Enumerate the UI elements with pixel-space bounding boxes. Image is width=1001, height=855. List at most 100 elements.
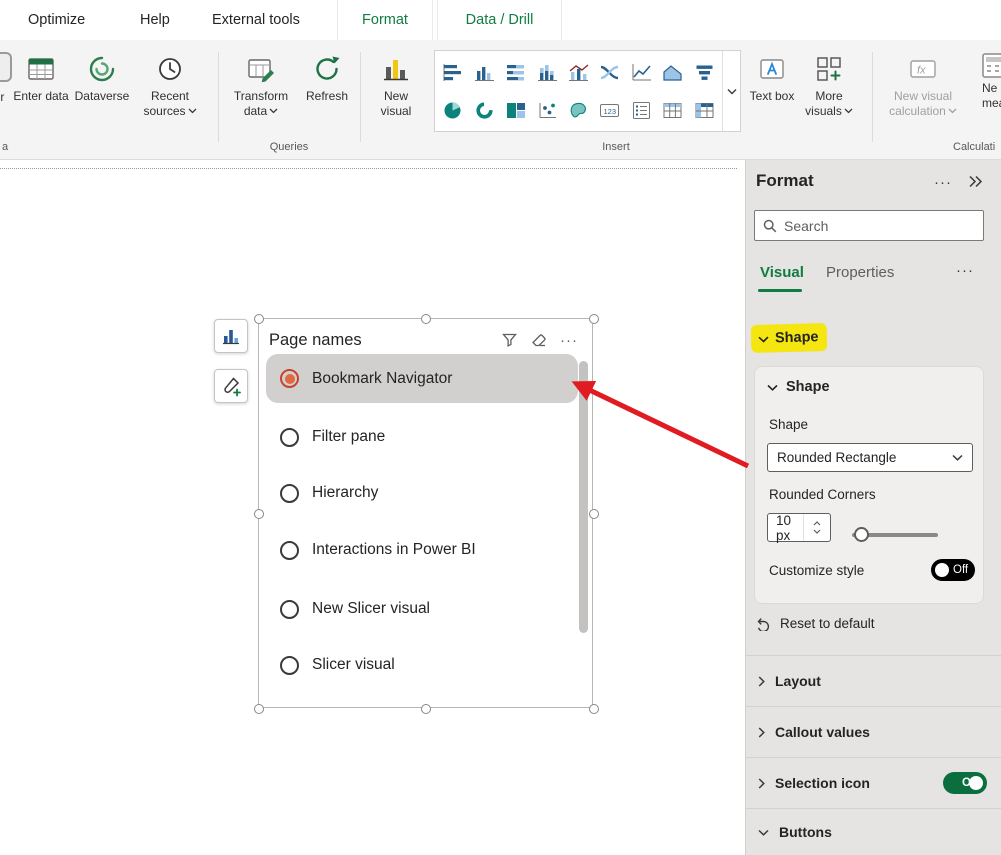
section-selection-icon[interactable]: Selection icon On bbox=[746, 757, 1001, 808]
chevron-down-icon bbox=[952, 454, 963, 461]
resize-handle[interactable] bbox=[589, 509, 599, 519]
slicer-item[interactable]: Slicer visual bbox=[266, 641, 578, 689]
customize-style-toggle[interactable]: Off bbox=[931, 559, 975, 581]
chevron-right-icon bbox=[758, 727, 765, 738]
resize-handle[interactable] bbox=[421, 314, 431, 324]
slicer-visual[interactable]: Page names ··· Bookmark Navigator Filter… bbox=[258, 318, 593, 708]
corner-radius-slider-knob[interactable] bbox=[854, 527, 869, 542]
format-pane-title: Format bbox=[756, 171, 814, 191]
new-visual-button[interactable]: New visual bbox=[368, 50, 424, 119]
build-visual-chart-icon bbox=[221, 326, 241, 346]
more-options-icon[interactable]: ··· bbox=[554, 332, 584, 349]
slicer-item[interactable]: Hierarchy bbox=[266, 469, 578, 517]
ribbon-cut-right-button[interactable]: Nemea bbox=[968, 50, 1001, 136]
selection-icon-toggle[interactable]: On bbox=[943, 772, 987, 794]
radio-icon[interactable] bbox=[280, 541, 299, 560]
dropdown-chevron-icon bbox=[844, 108, 853, 114]
format-visual-button[interactable] bbox=[214, 369, 248, 403]
clear-selections-eraser-icon[interactable] bbox=[524, 333, 554, 347]
chevron-down-icon bbox=[813, 529, 821, 534]
radio-selected-icon[interactable] bbox=[280, 369, 299, 388]
card-shape-section-header[interactable]: Shape bbox=[767, 379, 830, 395]
active-tab-underline bbox=[758, 289, 802, 292]
search-input[interactable] bbox=[784, 218, 975, 234]
line-chart-icon[interactable] bbox=[627, 59, 655, 85]
new-measure-icon bbox=[980, 50, 1001, 80]
table-icon[interactable] bbox=[659, 97, 687, 123]
card-123-icon[interactable]: 123 bbox=[596, 97, 624, 123]
more-visuals-button[interactable]: More visuals bbox=[798, 50, 860, 119]
line-and-column-chart-icon[interactable] bbox=[564, 59, 592, 85]
radio-icon[interactable] bbox=[280, 656, 299, 675]
filter-icon[interactable] bbox=[494, 333, 524, 347]
stacked-bar-chart-icon[interactable] bbox=[439, 59, 467, 85]
new-visual-calculation-button[interactable]: fx New visual calculation bbox=[886, 50, 960, 119]
collapse-pane-icon[interactable] bbox=[968, 175, 983, 188]
radio-icon[interactable] bbox=[280, 600, 299, 619]
funnel-chart-icon[interactable] bbox=[690, 59, 718, 85]
section-callout-values[interactable]: Callout values bbox=[746, 706, 1001, 757]
resize-handle[interactable] bbox=[254, 704, 264, 714]
dataverse-button[interactable]: Dataverse bbox=[69, 50, 135, 104]
format-pane-more-options-icon[interactable]: ··· bbox=[934, 174, 952, 191]
resize-handle[interactable] bbox=[254, 509, 264, 519]
treemap-icon[interactable] bbox=[502, 97, 530, 123]
menubar: Optimize Help External tools Format Data… bbox=[0, 0, 1001, 40]
stepper-arrows[interactable] bbox=[803, 514, 831, 541]
area-chart-icon[interactable] bbox=[659, 59, 687, 85]
shape-dropdown[interactable]: Rounded Rectangle bbox=[767, 443, 973, 472]
ribbon-cut-left-button[interactable]: er bbox=[0, 52, 12, 130]
build-visual-button[interactable] bbox=[214, 319, 248, 353]
shape-section-header-highlighted[interactable]: Shape bbox=[751, 323, 828, 353]
format-brush-icon bbox=[221, 376, 242, 397]
enter-data-button[interactable]: Enter data bbox=[13, 50, 69, 104]
format-search-box[interactable] bbox=[754, 210, 984, 241]
gallery-expand-button[interactable] bbox=[722, 51, 740, 131]
menu-external-tools[interactable]: External tools bbox=[212, 0, 300, 40]
map-icon[interactable] bbox=[564, 97, 592, 123]
slicer-item[interactable]: Bookmark Navigator bbox=[266, 354, 578, 403]
chevron-up-icon bbox=[813, 521, 821, 526]
tab-data-drill[interactable]: Data / Drill bbox=[437, 0, 562, 40]
resize-handle[interactable] bbox=[589, 314, 599, 324]
refresh-button[interactable]: Refresh bbox=[299, 50, 355, 104]
resize-handle[interactable] bbox=[254, 314, 264, 324]
section-layout[interactable]: Layout bbox=[746, 655, 1001, 706]
recent-sources-button[interactable]: Recent sources bbox=[138, 50, 202, 119]
transform-data-button[interactable]: Transform data bbox=[229, 50, 293, 119]
resize-handle[interactable] bbox=[589, 704, 599, 714]
reset-to-default-button[interactable]: Reset to default bbox=[756, 616, 875, 631]
text-box-button[interactable]: Text box bbox=[748, 50, 796, 104]
reset-undo-icon bbox=[756, 617, 771, 631]
slicer-scrollbar[interactable] bbox=[579, 361, 588, 633]
slicer-item[interactable]: Filter pane bbox=[266, 413, 578, 461]
tabs-more-options-icon[interactable]: ··· bbox=[956, 262, 974, 279]
group-label-insert: Insert bbox=[602, 141, 630, 153]
radio-icon[interactable] bbox=[280, 484, 299, 503]
ribbon-separator bbox=[218, 52, 219, 142]
chevron-down-icon bbox=[767, 384, 778, 391]
100-stacked-bar-chart-icon[interactable] bbox=[502, 59, 530, 85]
tab-properties[interactable]: Properties bbox=[826, 264, 894, 281]
slicer-item[interactable]: Interactions in Power BI bbox=[266, 526, 578, 574]
clustered-column-chart-icon[interactable] bbox=[470, 59, 498, 85]
menu-help[interactable]: Help bbox=[140, 0, 170, 40]
svg-text:fx: fx bbox=[917, 65, 926, 77]
donut-chart-icon[interactable] bbox=[470, 97, 498, 123]
tab-format[interactable]: Format bbox=[337, 0, 433, 40]
matrix-icon[interactable] bbox=[690, 97, 718, 123]
radio-icon[interactable] bbox=[280, 428, 299, 447]
ribbon-separator bbox=[360, 52, 361, 142]
stacked-column-chart-icon[interactable] bbox=[533, 59, 561, 85]
menu-optimize[interactable]: Optimize bbox=[28, 0, 85, 40]
scatter-chart-icon[interactable] bbox=[533, 97, 561, 123]
more-visuals-icon bbox=[814, 50, 844, 88]
pie-chart-icon[interactable] bbox=[439, 97, 467, 123]
section-buttons[interactable]: Buttons bbox=[746, 808, 1001, 855]
slicer-item[interactable]: New Slicer visual bbox=[266, 585, 578, 633]
ribbon-chart-icon[interactable] bbox=[596, 59, 624, 85]
corner-radius-stepper[interactable]: 10 px bbox=[767, 513, 831, 542]
tab-visual[interactable]: Visual bbox=[760, 264, 804, 281]
slicer-icon[interactable] bbox=[627, 97, 655, 123]
resize-handle[interactable] bbox=[421, 704, 431, 714]
